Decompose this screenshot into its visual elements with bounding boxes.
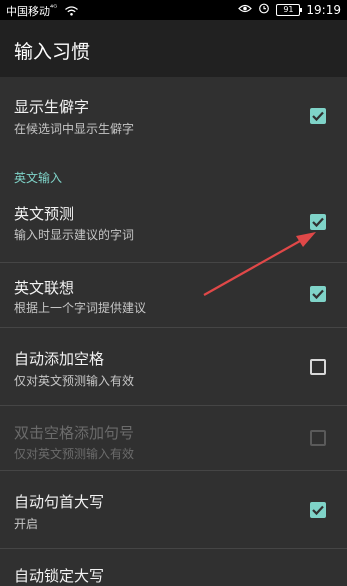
setting-auto-add-space[interactable]: 自动添加空格 仅对英文预测输入有效	[0, 327, 347, 405]
clock: 19:19	[306, 2, 341, 17]
setting-show-rare-chars[interactable]: 显示生僻字 在候选词中显示生僻字	[0, 77, 347, 157]
checkbox-auto-add-space[interactable]	[310, 359, 326, 375]
checkbox-double-space-period[interactable]	[310, 430, 326, 446]
setting-subtitle: 输入时显示建议的字词	[14, 228, 135, 242]
app-bar: 输入习惯	[0, 20, 347, 77]
eye-icon	[238, 3, 253, 16]
checkmark-icon	[312, 289, 324, 300]
status-right: 91 19:19	[238, 2, 341, 17]
wifi-icon	[64, 5, 78, 19]
page-title: 输入习惯	[14, 41, 91, 63]
network-type: ⁴ᴳ	[50, 3, 58, 12]
setting-title: 显示生僻字	[14, 98, 90, 116]
carrier-name: 中国移动	[6, 5, 50, 18]
checkbox-english-association[interactable]	[310, 286, 326, 302]
setting-auto-caps-lock[interactable]: 自动锁定大写	[0, 548, 347, 585]
setting-english-prediction[interactable]: 英文预测 输入时显示建议的字词	[0, 188, 347, 262]
setting-title: 自动锁定大写	[14, 567, 105, 585]
setting-subtitle: 开启	[14, 517, 39, 531]
setting-subtitle: 根据上一个字词提供建议	[14, 301, 147, 315]
battery-level: 91	[283, 4, 294, 14]
status-left: 中国移动⁴ᴳ	[6, 3, 78, 19]
setting-subtitle: 仅对英文预测输入有效	[14, 374, 135, 388]
setting-auto-capitalize[interactable]: 自动句首大写 开启	[0, 470, 347, 548]
checkbox-show-rare-chars[interactable]	[310, 108, 326, 124]
alarm-icon	[258, 2, 270, 17]
setting-title: 自动添加空格	[14, 350, 105, 368]
setting-title: 英文联想	[14, 279, 75, 297]
checkmark-icon	[312, 217, 324, 228]
checkbox-auto-capitalize[interactable]	[310, 502, 326, 518]
setting-subtitle: 仅对英文预测输入有效	[14, 447, 135, 461]
checkmark-icon	[312, 111, 324, 122]
setting-title: 自动句首大写	[14, 493, 105, 511]
checkbox-english-prediction[interactable]	[310, 214, 326, 230]
section-header-english-input: 英文输入	[14, 171, 63, 185]
checkmark-icon	[312, 505, 324, 516]
battery-icon: 91	[276, 3, 303, 16]
setting-subtitle: 在候选词中显示生僻字	[14, 122, 135, 136]
setting-title: 双击空格添加句号	[14, 424, 135, 442]
setting-title: 英文预测	[14, 205, 75, 223]
status-bar: 中国移动⁴ᴳ 91 19:19	[0, 0, 347, 20]
